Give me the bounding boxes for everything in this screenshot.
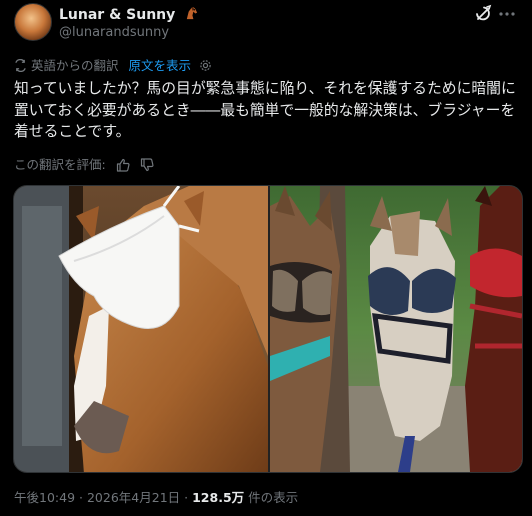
avatar[interactable] [14, 3, 52, 41]
translate-icon [15, 58, 26, 73]
more-options-icon [499, 12, 515, 16]
tweet-text: 知っていましたか？馬の目が緊急事態に陥り、それを保護するために暗闇に置いておく必… [14, 80, 516, 140]
author-name-row[interactable]: Lunar & Sunny [59, 6, 199, 23]
tweet-time[interactable]: 午後10:49 [14, 490, 75, 505]
view-count: 128.5万 [192, 490, 245, 505]
more-options-button[interactable] [496, 3, 518, 25]
horses-photo-fence[interactable] [270, 186, 522, 472]
translation-note-row: 英語からの翻訳 原文を表示 [14, 55, 212, 74]
rate-translation-label: この翻訳を評価: [14, 157, 106, 172]
thumbs-down-icon[interactable] [140, 158, 154, 172]
author-handle[interactable]: @lunarandsunny [59, 25, 169, 40]
separator: · [184, 490, 189, 505]
author-display-name[interactable]: Lunar & Sunny [59, 7, 175, 23]
show-original-link[interactable]: 原文を表示 [128, 58, 191, 73]
gear-icon[interactable] [199, 59, 212, 72]
tweet-date[interactable]: 2026年4月21日 [87, 490, 180, 505]
translation-note: 英語からの翻訳 [30, 58, 119, 73]
rate-translation-row: この翻訳を評価: [14, 154, 154, 173]
tweet-header: Lunar & Sunny @lunarandsunny [14, 3, 518, 43]
view-count-suffix: 件の表示 [248, 490, 299, 505]
horse-emoji-icon [186, 6, 198, 20]
separator: · [79, 490, 83, 505]
grok-button[interactable] [472, 3, 494, 25]
grok-icon [476, 4, 492, 21]
tweet-footer: 午後10:49 · 2026年4月21日 · 128.5万 件の表示 [14, 487, 298, 506]
thumbs-up-icon[interactable] [116, 158, 130, 172]
horse-photo-barn[interactable] [14, 186, 268, 472]
media-gallery[interactable] [13, 185, 523, 473]
